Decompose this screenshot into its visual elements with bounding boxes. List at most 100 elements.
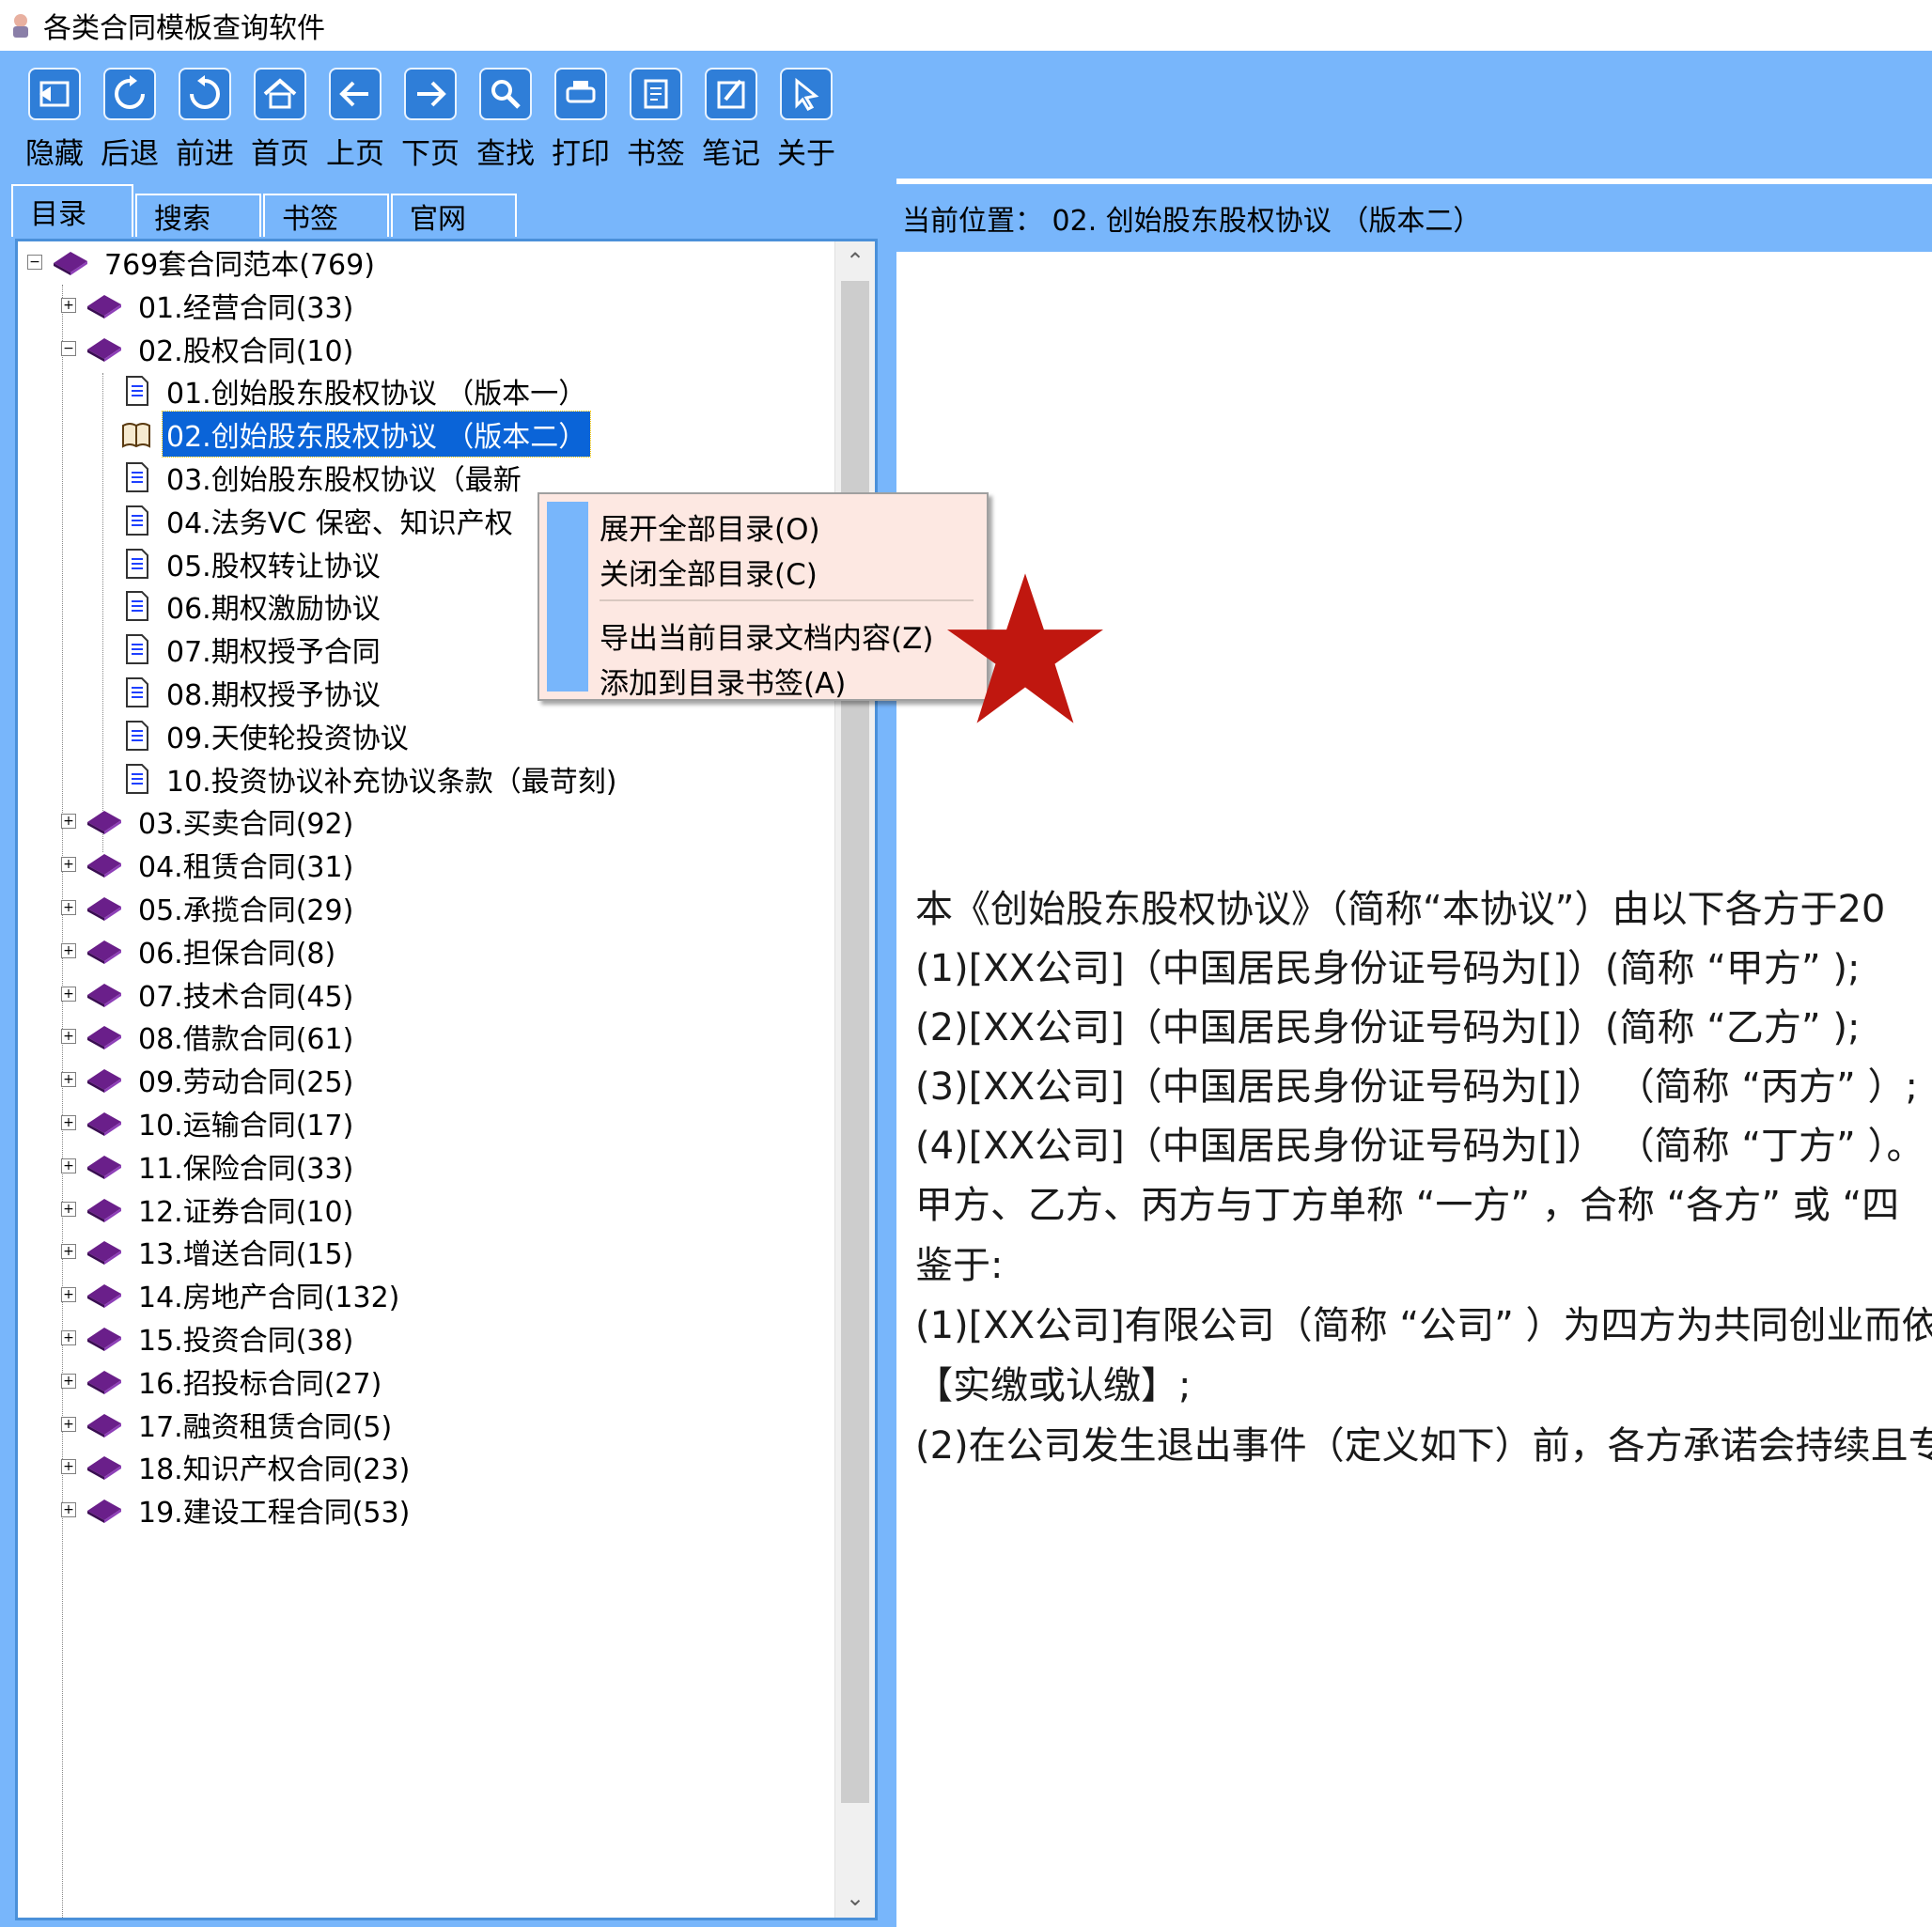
expand-icon[interactable]: + bbox=[61, 814, 76, 829]
expand-icon[interactable]: + bbox=[61, 1244, 76, 1259]
tree-document[interactable]: 10.投资协议补充协议条款（最苛刻) bbox=[121, 758, 620, 800]
tree-category[interactable]: +07.技术合同(45) bbox=[61, 973, 357, 1015]
tree-node-label: 12.证券合同(10) bbox=[138, 1196, 354, 1229]
tree-category[interactable]: +13.增送合同(15) bbox=[61, 1231, 357, 1272]
expand-icon[interactable]: + bbox=[61, 1502, 76, 1517]
expand-icon[interactable]: + bbox=[61, 1115, 76, 1130]
tree-category[interactable]: +14.房地产合同(132) bbox=[61, 1274, 403, 1315]
tree-node-label: 18.知识产权合同(23) bbox=[138, 1453, 411, 1486]
document-content[interactable]: 本《创始股东股权协议》（简称“本协议”）由以下各方于20 (1)[XX公司]（中国… bbox=[915, 179, 1932, 1927]
expand-icon[interactable]: + bbox=[61, 1158, 76, 1173]
tree-document[interactable]: 08.期权授予协议 bbox=[121, 672, 384, 713]
expand-icon[interactable]: + bbox=[61, 1202, 76, 1217]
book-icon bbox=[87, 897, 121, 921]
collapse-icon[interactable]: − bbox=[61, 341, 76, 356]
toolbar-button-1[interactable]: 后退 bbox=[92, 51, 167, 179]
document-icon bbox=[126, 677, 148, 707]
catalog-tree-panel: −769套合同范本(769) +01.经营合同(33) −02.股权合同(10) 01… bbox=[15, 239, 878, 1920]
tree-category[interactable]: +08.借款合同(61) bbox=[61, 1016, 357, 1057]
expand-icon[interactable]: + bbox=[61, 1459, 76, 1474]
document-paragraph: (1)[XX公司]（中国居民身份证号码为[]）(简称 “甲方” ); bbox=[915, 947, 1861, 990]
refresh-back-icon bbox=[103, 68, 156, 120]
scroll-down-icon[interactable]: ⌄ bbox=[835, 1878, 875, 1918]
tree-node-label: 01.创始股东股权协议 （版本一） bbox=[166, 378, 587, 411]
toolbar-button-3[interactable]: 首页 bbox=[242, 51, 318, 179]
expand-icon[interactable]: + bbox=[61, 298, 76, 313]
book-icon bbox=[87, 1500, 121, 1523]
menu-item-collapse-all[interactable]: 关闭全部目录(C) bbox=[600, 551, 818, 593]
scroll-up-icon[interactable]: ⌃ bbox=[835, 241, 875, 281]
toolbar-button-0[interactable]: 隐藏 bbox=[17, 51, 92, 179]
star-icon bbox=[947, 573, 1103, 723]
menu-item-add-bookmark[interactable]: 添加到目录书签(A) bbox=[600, 660, 846, 702]
tree-category[interactable]: +01.经营合同(33) bbox=[61, 285, 357, 326]
tab-bookmarks[interactable]: 书签 bbox=[263, 194, 389, 237]
toolbar-button-8[interactable]: 书签 bbox=[618, 51, 693, 179]
tree-category[interactable]: +15.投资合同(38) bbox=[61, 1317, 357, 1359]
tree-node-label: 07.技术合同(45) bbox=[138, 981, 354, 1014]
tree-node-label: 03.创始股东股权协议（最新 bbox=[166, 464, 522, 497]
toolbar-button-7[interactable]: 打印 bbox=[543, 51, 618, 179]
tab-catalog[interactable]: 目录 bbox=[11, 184, 133, 237]
toolbar-button-10[interactable]: 关于 bbox=[769, 51, 844, 179]
expand-icon[interactable]: + bbox=[61, 943, 76, 958]
toolbar-button-4[interactable]: 上页 bbox=[318, 51, 393, 179]
toolbar-button-label: 首页 bbox=[251, 137, 309, 171]
tree-category[interactable]: +18.知识产权合同(23) bbox=[61, 1446, 413, 1487]
tree-category[interactable]: +12.证券合同(10) bbox=[61, 1189, 357, 1230]
expand-icon[interactable]: + bbox=[61, 1029, 76, 1044]
tree-category[interactable]: +17.融资租赁合同(5) bbox=[61, 1404, 396, 1445]
book-icon bbox=[87, 1414, 121, 1437]
tree-category[interactable]: +04.租赁合同(31) bbox=[61, 844, 357, 885]
tree-category[interactable]: +16.招投标合同(27) bbox=[61, 1360, 385, 1402]
tree-node-label: 01.经营合同(33) bbox=[138, 292, 354, 325]
book-icon bbox=[87, 854, 121, 878]
tab-website[interactable]: 官网 bbox=[391, 194, 517, 237]
tree-document[interactable]: 06.期权激励协议 bbox=[121, 585, 384, 627]
tree-node-label: 04.租赁合同(31) bbox=[138, 851, 354, 884]
expand-icon[interactable]: + bbox=[61, 1072, 76, 1087]
menu-separator bbox=[600, 599, 974, 601]
tree-node-label: 10.投资协议补充协议条款（最苛刻) bbox=[166, 766, 617, 799]
tree-category[interactable]: +03.买卖合同(92) bbox=[61, 800, 357, 842]
tab-strip: 目录 搜索 书签 官网 bbox=[11, 184, 519, 237]
book-icon bbox=[87, 1069, 121, 1093]
tree-document[interactable]: 04.法务VC 保密、知识产权 bbox=[121, 500, 517, 541]
toolbar-button-6[interactable]: 查找 bbox=[468, 51, 543, 179]
toolbar-button-9[interactable]: 笔记 bbox=[693, 51, 769, 179]
expand-icon[interactable]: + bbox=[61, 1287, 76, 1302]
tree-category[interactable]: +05.承揽合同(29) bbox=[61, 887, 357, 928]
tree-document[interactable]: 07.期权授予合同 bbox=[121, 629, 384, 670]
tree-category[interactable]: − 02.股权合同(10) bbox=[61, 328, 357, 369]
tree-document[interactable]: 05.股权转让协议 bbox=[121, 543, 384, 584]
expand-icon[interactable]: + bbox=[61, 1330, 76, 1345]
expand-icon[interactable]: + bbox=[61, 1417, 76, 1432]
tree-root[interactable]: − 769套合同范本(769) bbox=[27, 241, 379, 283]
toolbar-button-5[interactable]: 下页 bbox=[393, 51, 468, 179]
expand-icon[interactable]: + bbox=[61, 987, 76, 1002]
book-icon bbox=[87, 811, 121, 834]
cursor-icon bbox=[780, 68, 833, 120]
tree-document[interactable]: 09.天使轮投资协议 bbox=[121, 715, 413, 756]
document-icon bbox=[126, 505, 148, 536]
tree-category[interactable]: +09.劳动合同(25) bbox=[61, 1059, 357, 1100]
tree-category[interactable]: +06.担保合同(8) bbox=[61, 930, 339, 971]
tab-search[interactable]: 搜索 bbox=[135, 194, 261, 237]
tree-document[interactable]: 01.创始股东股权协议 （版本一） bbox=[121, 370, 590, 412]
expand-icon[interactable]: + bbox=[61, 857, 76, 872]
expand-icon[interactable]: + bbox=[61, 1374, 76, 1389]
book-icon bbox=[87, 1199, 121, 1222]
tree-category[interactable]: +10.运输合同(17) bbox=[61, 1102, 357, 1143]
toolbar-button-2[interactable]: 前进 bbox=[167, 51, 242, 179]
tree-category[interactable]: +11.保险合同(33) bbox=[61, 1145, 357, 1187]
book-icon bbox=[87, 338, 121, 362]
tree-document[interactable]: 02.创始股东股权协议 （版本二） bbox=[121, 411, 592, 458]
menu-item-expand-all[interactable]: 展开全部目录(O) bbox=[600, 505, 820, 548]
open-book-icon bbox=[122, 423, 150, 448]
tree-category[interactable]: +19.建设工程合同(53) bbox=[61, 1489, 413, 1531]
menu-item-export-content[interactable]: 导出当前目录文档内容(Z) bbox=[600, 614, 933, 657]
tree-document[interactable]: 03.创始股东股权协议（最新 bbox=[121, 457, 525, 498]
collapse-icon[interactable]: − bbox=[27, 255, 42, 270]
expand-icon[interactable]: + bbox=[61, 900, 76, 915]
toolbar-button-label: 书签 bbox=[627, 137, 685, 171]
